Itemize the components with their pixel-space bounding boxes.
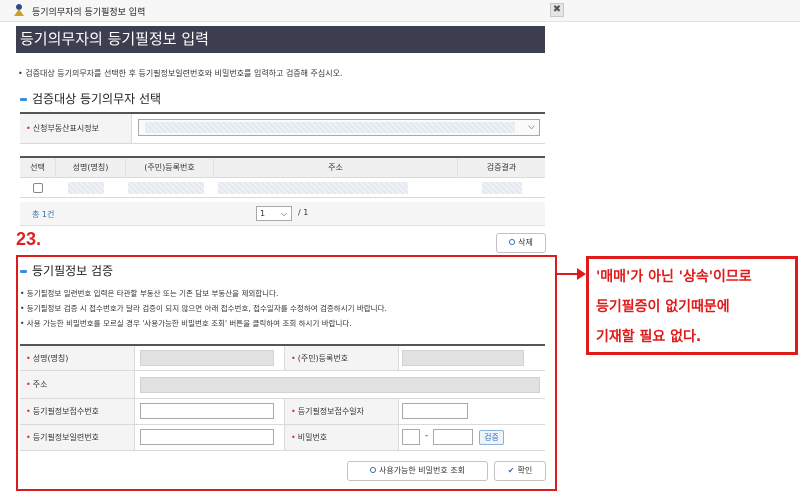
form-row-address: • 주소 — [20, 371, 545, 399]
form-row-serial: • 등기필정보일련번호 • 비밀번호 - 검증 — [20, 425, 545, 451]
page-total: / 1 — [298, 208, 309, 217]
reg-no-label-text: (주민)등록번호 — [297, 353, 349, 363]
arrow-right-icon — [577, 268, 586, 280]
col-select: 선택 — [20, 158, 56, 177]
section-title-text: 검증대상 등기의무자 선택 — [32, 92, 162, 106]
name-label: • 성명(명칭) — [20, 346, 135, 370]
row-name — [68, 182, 104, 194]
receipt-date-label: • 등기필정보접수일자 — [284, 399, 399, 424]
form-row-identity: • 성명(명칭) • (주민)등록번호 — [20, 346, 545, 371]
property-info-label-text: 신청부동산표시정보 — [32, 124, 99, 133]
notice-item: • 사용 가능한 비밀번호를 모르실 경우 '사용가능한 비밀번호 조회' 버튼… — [20, 319, 352, 328]
notice-item: • 등기필정보 일련번호 입력은 타관할 부동산 또는 기존 담보 부동산을 제… — [20, 289, 279, 298]
notice-item: • 등기필정보 검증 시 접수번호가 달라 검증이 되지 않으면 아래 접수번호… — [20, 304, 387, 313]
required-mark: • — [26, 124, 31, 133]
section-title-select: 검증대상 등기의무자 선택 — [20, 90, 161, 107]
col-result: 검증결과 — [486, 163, 517, 172]
receipt-no-label-text: 등기필정보접수번호 — [32, 407, 99, 416]
annotation-number: 23. — [16, 229, 42, 249]
address-field — [140, 377, 540, 393]
password-lookup-button[interactable]: 사용가능한 비밀번호 조회 — [347, 461, 488, 481]
name-label-text: 성명(명칭) — [32, 353, 69, 363]
address-label: • 주소 — [20, 371, 135, 398]
receipt-date-input[interactable] — [402, 403, 468, 419]
callout-line-1: '매매'가 아닌 '상속'이므로 — [596, 269, 752, 285]
required-mark: • — [26, 433, 31, 442]
receipt-no-label: • 등기필정보접수번호 — [20, 399, 135, 424]
form-row-receipt: • 등기필정보접수번호 • 등기필정보접수일자 — [20, 399, 545, 425]
callout-line-3: 기재할 필요 없다. — [596, 329, 702, 345]
callout-line-2: 등기필증이 없기때문에 — [596, 299, 730, 315]
delete-button[interactable]: 삭제 — [496, 233, 546, 253]
page-select[interactable]: 1 ⌵ — [256, 206, 292, 221]
total-count: 총 1건 — [32, 209, 54, 220]
window-titlebar: 등기의무자의 등기필정보 입력 ✖ — [0, 0, 800, 22]
required-mark: • — [291, 433, 296, 442]
serial-no-label-text: 등기필정보일련번호 — [32, 433, 99, 442]
password-label-text: 비밀번호 — [297, 433, 328, 442]
receipt-date-label-text: 등기필정보접수일자 — [297, 407, 364, 416]
section-bullet-icon — [20, 98, 27, 101]
col-reg-no: (주민)등록번호 — [126, 158, 214, 177]
property-info-select[interactable]: ⌵ — [138, 119, 540, 136]
confirm-button-label: 확인 — [517, 466, 533, 475]
total-count-text: 총 1건 — [32, 210, 55, 219]
circle-icon — [509, 238, 516, 245]
page-select-value: 1 — [260, 209, 266, 218]
row-result — [482, 182, 522, 194]
required-mark: • — [26, 380, 31, 389]
section-title-verify: 등기필정보 검증 — [20, 262, 113, 279]
intro-text: • 검증대상 등기의무자를 선택한 후 등기필정보일련번호와 비밀번호를 입력하… — [18, 69, 343, 78]
required-mark: • — [291, 407, 296, 416]
receipt-no-input[interactable] — [140, 403, 274, 419]
name-field — [140, 350, 274, 366]
section-title-text: 등기필정보 검증 — [32, 264, 114, 278]
serial-no-input[interactable] — [140, 429, 274, 445]
close-button[interactable]: ✖ — [550, 3, 564, 17]
verify-button[interactable]: 검증 — [479, 430, 504, 445]
chevron-down-icon: ⌵ — [528, 122, 535, 132]
table-header: 선택 성명(명칭) (주민)등록번호 주소 검증결과 — [20, 156, 545, 178]
circle-icon — [369, 466, 376, 473]
verify-form: • 성명(명칭) • (주민)등록번호 • 주소 • 등기필정보접수번호 • 등기필정보접… — [20, 344, 545, 451]
required-mark: • — [26, 353, 31, 363]
property-info-value — [145, 122, 515, 133]
check-icon: ✔ — [507, 466, 515, 475]
reg-no-label: • (주민)등록번호 — [284, 346, 399, 370]
window-title: 등기의무자의 등기필정보 입력 — [32, 8, 146, 18]
row-checkbox[interactable] — [33, 183, 43, 193]
property-info-label: • 신청부동산표시정보 — [20, 114, 132, 143]
password-lookup-label: 사용가능한 비밀번호 조회 — [378, 466, 466, 475]
required-mark: • — [291, 353, 296, 363]
callout-connector — [557, 273, 579, 275]
password-input[interactable] — [433, 429, 473, 445]
row-address — [218, 182, 408, 194]
confirm-button[interactable]: ✔ 확인 — [494, 461, 546, 481]
close-icon: ✖ — [552, 4, 562, 15]
delete-button-label: 삭제 — [518, 238, 533, 247]
page-title: 등기의무자의 등기필정보 입력 — [16, 26, 545, 53]
serial-no-label: • 등기필정보일련번호 — [20, 425, 135, 450]
notice-list: • 등기필정보 일련번호 입력은 타관할 부동산 또는 기존 담보 부동산을 제… — [20, 286, 387, 331]
chevron-down-icon: ⌵ — [280, 209, 287, 218]
col-name: 성명(명칭) — [56, 158, 126, 177]
section-bullet-icon — [20, 270, 27, 273]
table-row[interactable] — [20, 178, 545, 198]
address-label-text: 주소 — [32, 380, 48, 389]
callout-box: '매매'가 아닌 '상속'이므로 등기필증이 없기때문에 기재할 필요 없다. — [586, 256, 798, 355]
pagination-bar: 총 1건 1 ⌵ / 1 — [20, 202, 545, 226]
password-prefix-input[interactable] — [402, 429, 420, 445]
row-reg-no — [128, 182, 204, 194]
required-mark: • — [26, 407, 31, 416]
password-separator: - — [425, 431, 429, 441]
property-info-row: • 신청부동산표시정보 ⌵ — [20, 114, 545, 144]
logo-icon — [14, 4, 24, 16]
password-label: • 비밀번호 — [284, 425, 399, 450]
obligor-table: 선택 성명(명칭) (주민)등록번호 주소 검증결과 — [20, 156, 545, 198]
reg-no-field — [402, 350, 524, 366]
col-address: 주소 — [214, 158, 458, 177]
